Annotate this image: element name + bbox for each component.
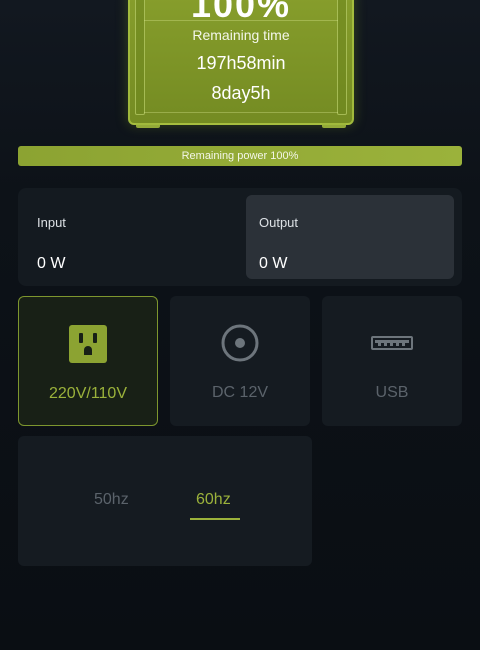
output-title: Output: [259, 215, 299, 230]
ac-outlet-label: 220V/110V: [49, 385, 127, 402]
power-station-screen: 100% Remaining time 197h58min 8day5h Rem…: [0, 0, 480, 650]
input-panel[interactable]: Input 0 W: [24, 195, 232, 279]
output-value: 0 W: [259, 255, 288, 272]
device-feet: [130, 123, 352, 128]
frequency-selector: 50hz 60hz: [18, 436, 312, 566]
frequency-option-50hz[interactable]: 50hz: [94, 491, 129, 509]
battery-percent: 100%: [190, 0, 292, 25]
remaining-time-label: Remaining time: [192, 27, 290, 43]
frequency-option-60hz[interactable]: 60hz: [196, 491, 231, 509]
usb-port-label: USB: [375, 384, 409, 401]
usb-port-icon: [371, 322, 413, 364]
frequency-selected-underline: [190, 518, 240, 520]
dc-port-label: DC 12V: [211, 384, 269, 401]
output-panel[interactable]: Output 0 W: [246, 195, 454, 279]
input-value: 0 W: [37, 255, 66, 272]
remaining-time-days: 8day5h: [211, 83, 271, 103]
device-panel-line: [144, 112, 338, 113]
dc-port-tile[interactable]: DC 12V: [170, 296, 310, 426]
ac-outlet-icon: [68, 323, 108, 365]
remaining-power-bar: Remaining power 100%: [18, 146, 462, 166]
remaining-time-hours: 197h58min: [196, 53, 286, 73]
ac-outlet-tile[interactable]: 220V/110V: [18, 296, 158, 426]
battery-station-icon: 100% Remaining time 197h58min 8day5h: [128, 0, 354, 128]
dc-port-icon: [220, 322, 260, 364]
input-title: Input: [37, 215, 66, 230]
input-output-card: Input 0 W Output 0 W: [18, 188, 462, 286]
usb-port-tile[interactable]: USB: [322, 296, 462, 426]
remaining-power-label: Remaining power 100%: [181, 150, 299, 162]
